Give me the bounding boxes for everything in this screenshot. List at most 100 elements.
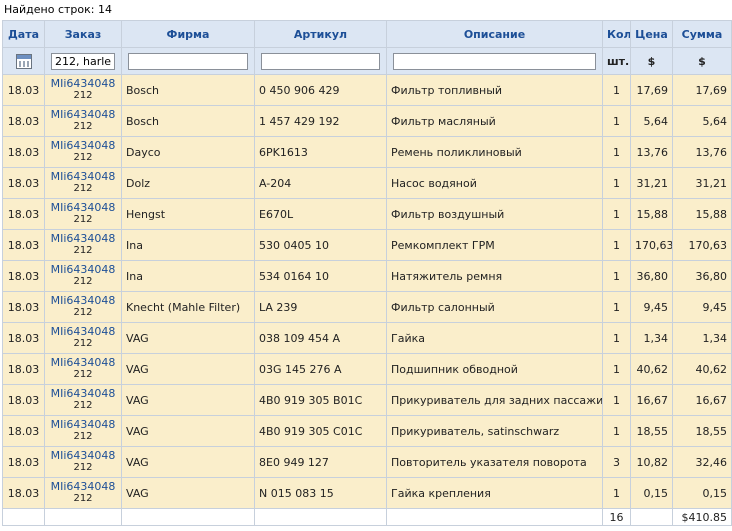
firm-filter-input[interactable]	[128, 52, 248, 70]
order-link[interactable]: MIi6434048	[49, 388, 117, 400]
row-price: 31,21	[630, 167, 673, 199]
row-sum: 32,46	[672, 446, 732, 478]
table-row[interactable]: 18.03 MIi6434048 212 Ina 530 0405 10 Ремкомпл…	[2, 229, 732, 261]
row-qty: 1	[602, 384, 631, 416]
table-row[interactable]: 18.03 MIi6434048 212 VAG 4B0 919 305 B01C При…	[2, 384, 732, 416]
row-sum: 13,76	[672, 136, 732, 168]
row-date: 18.03	[2, 229, 45, 261]
row-qty: 3	[602, 446, 631, 478]
row-article: 8E0 949 127	[254, 446, 387, 478]
row-order: MIi6434048 212	[44, 167, 122, 199]
order-link[interactable]: MIi6434048	[49, 233, 117, 245]
row-sum: 36,80	[672, 260, 732, 292]
article-filter-cell	[254, 47, 387, 75]
column-header-sum[interactable]: Сумма	[672, 20, 732, 48]
order-sub: 212	[73, 245, 93, 256]
row-description: Прикуриватель, satinschwarz	[386, 415, 603, 447]
row-sum: 1,34	[672, 322, 732, 354]
table-row[interactable]: 18.03 MIi6434048 212 Dolz A-204 Насос водяной…	[2, 167, 732, 199]
row-sum: 18,55	[672, 415, 732, 447]
order-link[interactable]: MIi6434048	[49, 326, 117, 338]
row-price: 36,80	[630, 260, 673, 292]
column-header-order[interactable]: Заказ	[44, 20, 122, 48]
table-row[interactable]: 18.03 MIi6434048 212 VAG 4B0 919 305 C01C При…	[2, 415, 732, 447]
row-date: 18.03	[2, 322, 45, 354]
row-date: 18.03	[2, 105, 45, 137]
order-sub: 212	[73, 338, 93, 349]
order-link[interactable]: MIi6434048	[49, 109, 117, 121]
order-link[interactable]: MIi6434048	[49, 264, 117, 276]
table-row[interactable]: 18.03 MIi6434048 212 VAG 038 109 454 A Гайка 1…	[2, 322, 732, 354]
table-row[interactable]: 18.03 MIi6434048 212 VAG N 015 083 15 Гайка к…	[2, 477, 732, 509]
order-link[interactable]: MIi6434048	[49, 450, 117, 462]
row-firm: VAG	[121, 322, 255, 354]
order-sub: 212	[73, 90, 93, 101]
order-filter-input[interactable]	[51, 52, 115, 70]
row-order: MIi6434048 212	[44, 136, 122, 168]
row-qty: 1	[602, 136, 631, 168]
row-sum: 9,45	[672, 291, 732, 323]
order-link[interactable]: MIi6434048	[49, 419, 117, 431]
table-row[interactable]: 18.03 MIi6434048 212 Dayco 6PK1613 Ремень пол…	[2, 136, 732, 168]
row-firm: Ina	[121, 229, 255, 261]
row-price: 13,76	[630, 136, 673, 168]
order-link[interactable]: MIi6434048	[49, 171, 117, 183]
order-sub: 212	[73, 121, 93, 132]
column-header-description[interactable]: Описание	[386, 20, 603, 48]
row-article: 4B0 919 305 C01C	[254, 415, 387, 447]
row-description: Повторитель указателя поворота	[386, 446, 603, 478]
row-order: MIi6434048 212	[44, 353, 122, 385]
row-qty: 1	[602, 415, 631, 447]
row-description: Прикуриватель для задних пассажиров	[386, 384, 603, 416]
qty-unit-label: шт.	[602, 47, 631, 75]
row-article: 1 457 429 192	[254, 105, 387, 137]
column-header-firm[interactable]: Фирма	[121, 20, 255, 48]
article-filter-input[interactable]	[261, 52, 380, 70]
table-row[interactable]: 18.03 MIi6434048 212 Hengst E670L Фильтр возд…	[2, 198, 732, 230]
order-link[interactable]: MIi6434048	[49, 140, 117, 152]
order-link[interactable]: MIi6434048	[49, 295, 117, 307]
row-description: Ремень поликлиновый	[386, 136, 603, 168]
row-price: 18,55	[630, 415, 673, 447]
row-description: Подшипник обводной	[386, 353, 603, 385]
description-filter-cell	[386, 47, 603, 75]
table-row[interactable]: 18.03 MIi6434048 212 Bosch 0 450 906 429 Филь…	[2, 74, 732, 106]
row-price: 40,62	[630, 353, 673, 385]
row-qty: 1	[602, 260, 631, 292]
row-sum: 31,21	[672, 167, 732, 199]
column-header-price[interactable]: Цена	[630, 20, 673, 48]
table-row[interactable]: 18.03 MIi6434048 212 VAG 8E0 949 127 Повторит…	[2, 446, 732, 478]
row-article: 03G 145 276 A	[254, 353, 387, 385]
row-order: MIi6434048 212	[44, 260, 122, 292]
row-date: 18.03	[2, 198, 45, 230]
price-currency-label: $	[630, 47, 673, 75]
row-firm: VAG	[121, 384, 255, 416]
order-link[interactable]: MIi6434048	[49, 481, 117, 493]
row-article: 4B0 919 305 B01C	[254, 384, 387, 416]
column-header-article[interactable]: Артикул	[254, 20, 387, 48]
order-sub: 212	[73, 369, 93, 380]
row-article: E670L	[254, 198, 387, 230]
row-description: Натяжитель ремня	[386, 260, 603, 292]
order-sub: 212	[73, 493, 93, 504]
row-price: 1,34	[630, 322, 673, 354]
description-filter-input[interactable]	[393, 52, 596, 70]
column-header-date[interactable]: Дата	[2, 20, 45, 48]
table-row[interactable]: 18.03 MIi6434048 212 Knecht (Mahle Filter) L…	[2, 291, 732, 323]
row-price: 10,82	[630, 446, 673, 478]
column-header-qty[interactable]: Кол	[602, 20, 631, 48]
row-order: MIi6434048 212	[44, 477, 122, 509]
table-row[interactable]: 18.03 MIi6434048 212 Ina 534 0164 10 Натяжите…	[2, 260, 732, 292]
row-price: 16,67	[630, 384, 673, 416]
row-article: N 015 083 15	[254, 477, 387, 509]
order-link[interactable]: MIi6434048	[49, 78, 117, 90]
order-link[interactable]: MIi6434048	[49, 202, 117, 214]
order-sub: 212	[73, 183, 93, 194]
calendar-icon[interactable]	[15, 53, 32, 69]
table-row[interactable]: 18.03 MIi6434048 212 VAG 03G 145 276 A Подшип…	[2, 353, 732, 385]
row-date: 18.03	[2, 477, 45, 509]
table-row[interactable]: 18.03 MIi6434048 212 Bosch 1 457 429 192 Филь…	[2, 105, 732, 137]
orders-table: Дата Заказ Фирма Артикул Описание Кол Це…	[2, 20, 732, 526]
row-description: Насос водяной	[386, 167, 603, 199]
order-link[interactable]: MIi6434048	[49, 357, 117, 369]
